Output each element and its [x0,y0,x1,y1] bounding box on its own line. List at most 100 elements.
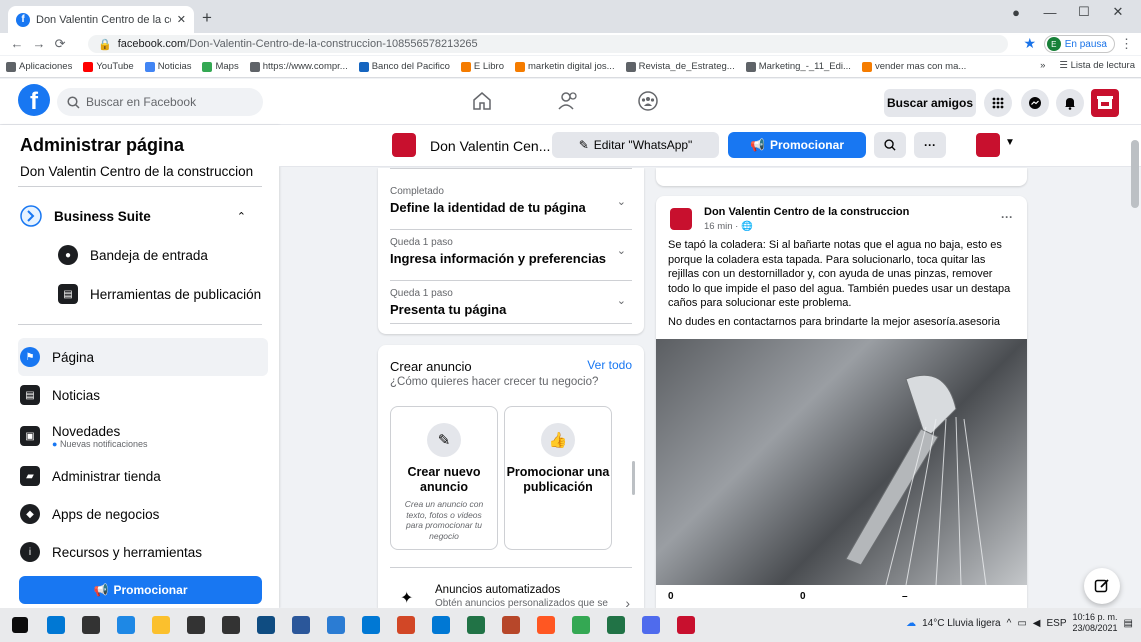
header-promote-button[interactable]: 📢 Promocionar [728,132,866,158]
notification-center-icon[interactable]: ▤ [1124,618,1133,629]
more-bookmarks[interactable]: » [1040,60,1045,71]
close-tab-icon[interactable]: ✕ [177,13,186,26]
bookmark-star-icon[interactable]: ★ [1023,35,1036,52]
setup-step[interactable]: Completado Define la identidad de tu pág… [390,186,630,215]
page-scrollbar[interactable] [1131,140,1139,208]
new-tab-button[interactable]: + [202,8,212,28]
profile-dot-icon[interactable]: ● [999,5,1033,20]
page-avatar-icon[interactable] [1091,89,1119,117]
page-header-avatar[interactable] [392,133,416,157]
bookmark-item[interactable]: Marketing_-_11_Edi... [745,61,851,72]
promote-post-option[interactable]: 👍 Promocionar una publicación [504,406,612,550]
bookmark-item[interactable]: Aplicaciones [6,61,72,72]
find-friends-button[interactable]: Buscar amigos [884,89,976,117]
taskbar-app-icon[interactable] [291,616,310,634]
page-header-name[interactable]: Don Valentin Cen... [430,138,550,154]
url-field[interactable]: 🔒 facebook.com/Don-Valentin-Centro-de-la… [88,35,1008,53]
maximize-button[interactable]: ☐ [1067,4,1101,20]
taskbar-app-icon[interactable] [676,616,695,634]
weather-text[interactable]: 14°C Lluvia ligera [922,618,1001,629]
bookmark-item[interactable]: marketin digital jos... [515,61,615,72]
messenger-icon[interactable] [1021,89,1049,117]
minimize-button[interactable]: — [1033,5,1067,20]
bookmark-item[interactable]: E Libro [460,61,504,72]
taskbar-app-icon[interactable] [361,616,380,634]
setup-step[interactable]: Queda 1 paso Presenta tu página [390,288,630,317]
taskbar-app-icon[interactable] [606,616,625,634]
taskbar-app-icon[interactable] [431,616,450,634]
bookmark-item[interactable]: Noticias [144,61,191,72]
taskbar-app-icon[interactable] [116,616,135,634]
notifications-bell-icon[interactable] [1056,89,1084,117]
bookmark-item[interactable]: vender mas con ma... [861,61,966,72]
volume-icon[interactable]: ◀ [1033,618,1041,629]
more-options-button[interactable]: ··· [914,132,946,158]
friends-icon[interactable] [557,90,581,112]
sidebar-item-noticias[interactable]: ▤ Noticias [18,376,268,414]
bookmark-item[interactable]: Maps [202,61,239,72]
sidebar-subitem-inbox[interactable]: ● Bandeja de entrada [56,236,266,274]
bookmark-item[interactable]: YouTube [83,61,134,72]
taskbar-app-icon[interactable] [46,616,65,634]
taskbar-app-icon[interactable] [81,616,100,634]
facebook-search-input[interactable]: Buscar en Facebook [57,88,263,116]
reload-button[interactable]: ⟳ [55,36,66,52]
taskbar-app-icon[interactable] [221,616,240,634]
clock[interactable]: 10:16 p. m. 23/08/2021 [1073,612,1118,634]
sidebar-item-novedades[interactable]: ▣ Novedades ● Nuevas notificaciones [18,415,268,457]
create-new-ad-option[interactable]: ✎ Crear nuevo anuncio Crea un anuncio co… [390,406,498,550]
windows-start-icon[interactable] [12,617,28,633]
reading-list[interactable]: ☰ Lista de lectura [1059,60,1135,71]
post-more-button[interactable]: ··· [1001,210,1013,224]
page-search-button[interactable] [874,132,906,158]
see-all-link[interactable]: Ver todo [587,358,632,372]
taskbar-app-icon[interactable] [466,616,485,634]
taskbar-app-icon[interactable] [536,616,555,634]
bookmark-item[interactable]: https://www.compr... [249,61,348,72]
bookmark-item[interactable]: Banco del Pacifico [358,61,450,72]
sidebar-item-pagina[interactable]: ⚑ Página [18,338,268,376]
tray-chevron-icon[interactable]: ^ [1007,618,1012,629]
chevron-down-icon[interactable]: ⌄ [617,294,626,307]
page-switcher-avatar[interactable] [976,133,1000,157]
sidebar-item-apps-negocios[interactable]: ◆ Apps de negocios [18,495,268,533]
profile-button[interactable]: E En pausa [1043,35,1115,53]
edit-whatsapp-button[interactable]: ✎ Editar "WhatsApp" [552,132,719,158]
facebook-logo[interactable]: f [18,84,50,116]
lang-indicator[interactable]: ESP [1046,618,1066,629]
groups-icon[interactable] [637,90,659,112]
browser-menu-icon[interactable]: ⋮ [1120,36,1133,52]
auto-ads-title[interactable]: Anuncios automatizados [435,584,560,596]
sidebar-item-administrar-tienda[interactable]: ▰ Administrar tienda [18,457,268,495]
business-suite-item[interactable]: Business Suite ⌃ [18,197,268,235]
sidebar-item-recursos[interactable]: i Recursos y herramientas [18,533,268,571]
post-image-shower[interactable] [656,339,1027,585]
taskbar-app-icon[interactable] [501,616,520,634]
back-button[interactable]: ← [11,36,24,52]
menu-grid-icon[interactable] [984,89,1012,117]
browser-tab[interactable]: f Don Valentin Centro de la constr... ✕ [8,6,194,33]
bookmark-item[interactable]: Revista_de_Estrateg... [625,61,735,72]
taskbar-app-icon[interactable] [571,616,590,634]
chevron-down-icon[interactable]: ⌄ [617,244,626,257]
post-author[interactable]: Don Valentin Centro de la construccion [704,206,909,218]
chevron-down-icon[interactable]: ⌄ [617,195,626,208]
close-window-button[interactable]: ✕ [1101,4,1135,20]
setup-step[interactable]: Queda 1 paso Ingresa información y prefe… [390,237,630,266]
forward-button[interactable]: → [33,36,46,52]
taskbar-app-icon[interactable] [641,616,660,634]
taskbar-app-icon[interactable] [151,616,170,634]
taskbar-app-icon[interactable] [326,616,345,634]
post-author-avatar[interactable] [670,208,692,230]
chevron-down-icon[interactable]: ▼ [1005,137,1015,148]
compose-message-button[interactable] [1084,568,1120,604]
network-icon[interactable]: ▭ [1017,618,1026,629]
taskbar-app-icon[interactable] [396,616,415,634]
carousel-scrollbar[interactable] [632,461,635,495]
sidebar-promote-button[interactable]: 📢 Promocionar [19,576,262,604]
taskbar-app-icon[interactable] [186,616,205,634]
taskbar-app-icon[interactable] [256,616,275,634]
home-icon[interactable] [471,90,493,112]
sidebar-subitem-publishing-tools[interactable]: ▤ Herramientas de publicación [56,275,266,313]
chevron-up-icon[interactable]: ⌃ [237,210,246,223]
